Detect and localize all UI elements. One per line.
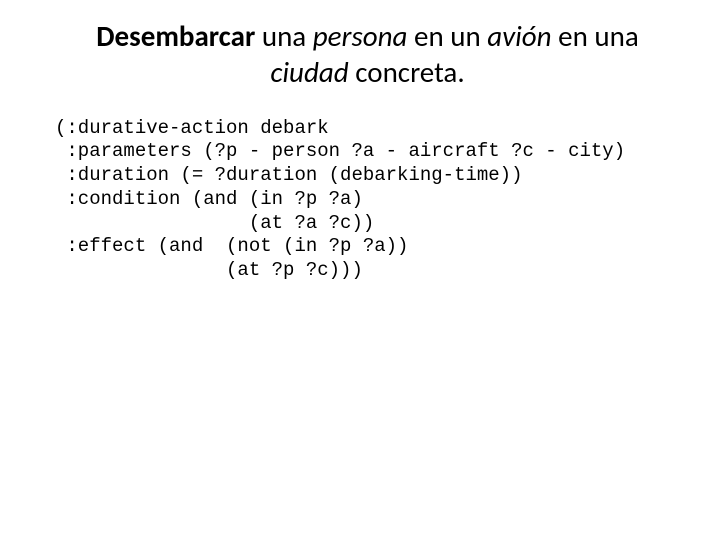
code-line: :parameters (?p - person ?a - aircraft ?… — [55, 140, 625, 162]
title-word-ciudad: ciudad — [270, 54, 348, 90]
title-word-avion: avión — [487, 18, 551, 54]
title-text: concreta. — [349, 54, 465, 90]
slide: Desembarcar una persona en un avión en u… — [0, 0, 720, 540]
code-block: (:durative-action debark :parameters (?p… — [55, 117, 680, 283]
code-line: :duration (= ?duration (debarking-time)) — [55, 164, 522, 186]
code-line: :condition (and (in ?p ?a) — [55, 188, 363, 210]
title-text: una — [255, 18, 312, 54]
title-word-desembarcar: Desembarcar — [96, 18, 255, 54]
code-line: (at ?a ?c)) — [55, 212, 374, 234]
slide-title: Desembarcar una persona en un avión en u… — [55, 18, 680, 91]
title-word-persona: persona — [313, 18, 408, 54]
code-line: (:durative-action debark — [55, 117, 329, 139]
title-text: en un — [407, 18, 487, 54]
code-line: :effect (and (not (in ?p ?a)) — [55, 235, 408, 257]
code-line: (at ?p ?c))) — [55, 259, 363, 281]
title-text: en una — [552, 18, 639, 54]
